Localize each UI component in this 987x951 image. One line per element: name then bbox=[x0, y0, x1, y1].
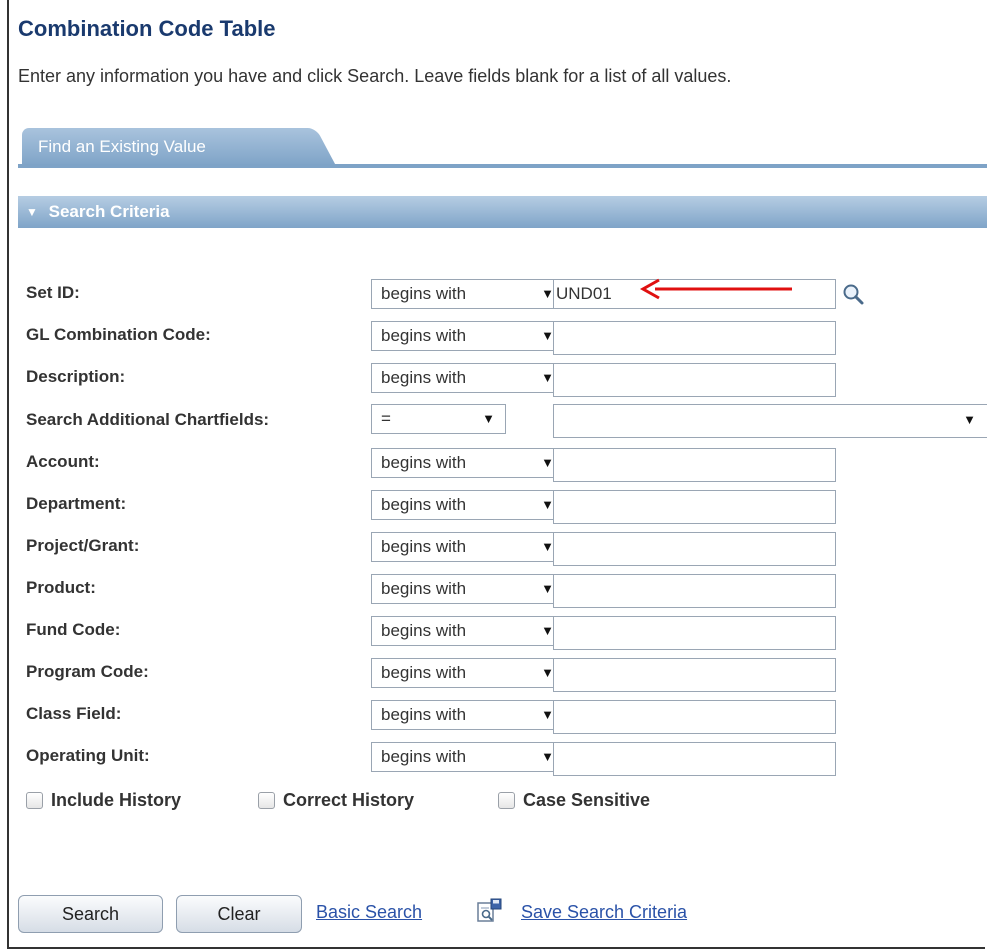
checkbox-box[interactable] bbox=[258, 792, 275, 809]
include-history-checkbox[interactable]: Include History bbox=[26, 790, 181, 811]
clear-button[interactable]: Clear bbox=[176, 895, 302, 933]
checkbox-box[interactable] bbox=[26, 792, 43, 809]
chevron-down-icon: ▼ bbox=[482, 411, 495, 426]
field-label: Description: bbox=[26, 367, 126, 386]
correct-history-checkbox[interactable]: Correct History bbox=[258, 790, 414, 811]
checkbox-box[interactable] bbox=[498, 792, 515, 809]
search-criteria-header[interactable]: ▼ Search Criteria bbox=[18, 196, 987, 228]
description-input[interactable] bbox=[553, 363, 836, 397]
project-grant-input[interactable] bbox=[553, 532, 836, 566]
field-label: Account: bbox=[26, 452, 100, 471]
save-search-criteria-link[interactable]: Save Search Criteria bbox=[521, 902, 687, 923]
fund-code-input[interactable] bbox=[553, 616, 836, 650]
field-label: Product: bbox=[26, 578, 96, 597]
search-button[interactable]: Search bbox=[18, 895, 163, 933]
chartfield-select[interactable]: ▼ bbox=[553, 404, 987, 438]
section-title: Search Criteria bbox=[48, 202, 170, 221]
field-label: Set ID: bbox=[26, 283, 80, 302]
tab-bar: Find an Existing Value bbox=[18, 128, 987, 168]
field-label: Department: bbox=[26, 494, 127, 513]
operator-select[interactable]: begins with ▼ bbox=[371, 700, 565, 730]
product-input[interactable] bbox=[553, 574, 836, 608]
page-title: Combination Code Table bbox=[18, 16, 276, 41]
basic-search-link[interactable]: Basic Search bbox=[316, 902, 422, 923]
field-label: Program Code: bbox=[26, 662, 149, 681]
magnifier-icon[interactable] bbox=[841, 282, 865, 306]
tab-label: Find an Existing Value bbox=[38, 137, 206, 156]
operator-select[interactable]: begins with ▼ bbox=[371, 658, 565, 688]
operator-select[interactable]: begins with ▼ bbox=[371, 532, 565, 562]
operator-select[interactable]: begins with ▼ bbox=[371, 321, 565, 351]
tab-underline bbox=[18, 164, 987, 168]
page-instructions: Enter any information you have and click… bbox=[18, 66, 732, 86]
operating-unit-input[interactable] bbox=[553, 742, 836, 776]
operator-select[interactable]: begins with ▼ bbox=[371, 574, 565, 604]
field-label: Operating Unit: bbox=[26, 746, 150, 765]
collapse-triangle-icon[interactable]: ▼ bbox=[26, 205, 38, 219]
gl-combination-code-input[interactable] bbox=[553, 321, 836, 355]
operator-select[interactable]: begins with ▼ bbox=[371, 279, 565, 309]
operator-select[interactable]: begins with ▼ bbox=[371, 448, 565, 478]
save-search-icon[interactable] bbox=[476, 898, 502, 924]
operator-select[interactable]: begins with ▼ bbox=[371, 616, 565, 646]
tab-find-existing-value[interactable]: Find an Existing Value bbox=[22, 128, 312, 166]
department-input[interactable] bbox=[553, 490, 836, 524]
program-code-input[interactable] bbox=[553, 658, 836, 692]
chevron-down-icon: ▼ bbox=[963, 412, 976, 427]
operator-select[interactable]: = ▼ bbox=[371, 404, 506, 434]
operator-select[interactable]: begins with ▼ bbox=[371, 363, 565, 393]
field-label: GL Combination Code: bbox=[26, 325, 211, 344]
field-label: Project/Grant: bbox=[26, 536, 140, 555]
annotation-arrow bbox=[639, 278, 792, 300]
case-sensitive-checkbox[interactable]: Case Sensitive bbox=[498, 790, 650, 811]
field-label: Search Additional Chartfields: bbox=[26, 410, 270, 429]
class-field-input[interactable] bbox=[553, 700, 836, 734]
account-input[interactable] bbox=[553, 448, 836, 482]
operator-select[interactable]: begins with ▼ bbox=[371, 490, 565, 520]
field-label: Class Field: bbox=[26, 704, 122, 723]
field-label: Fund Code: bbox=[26, 620, 121, 639]
operator-select[interactable]: begins with ▼ bbox=[371, 742, 565, 772]
